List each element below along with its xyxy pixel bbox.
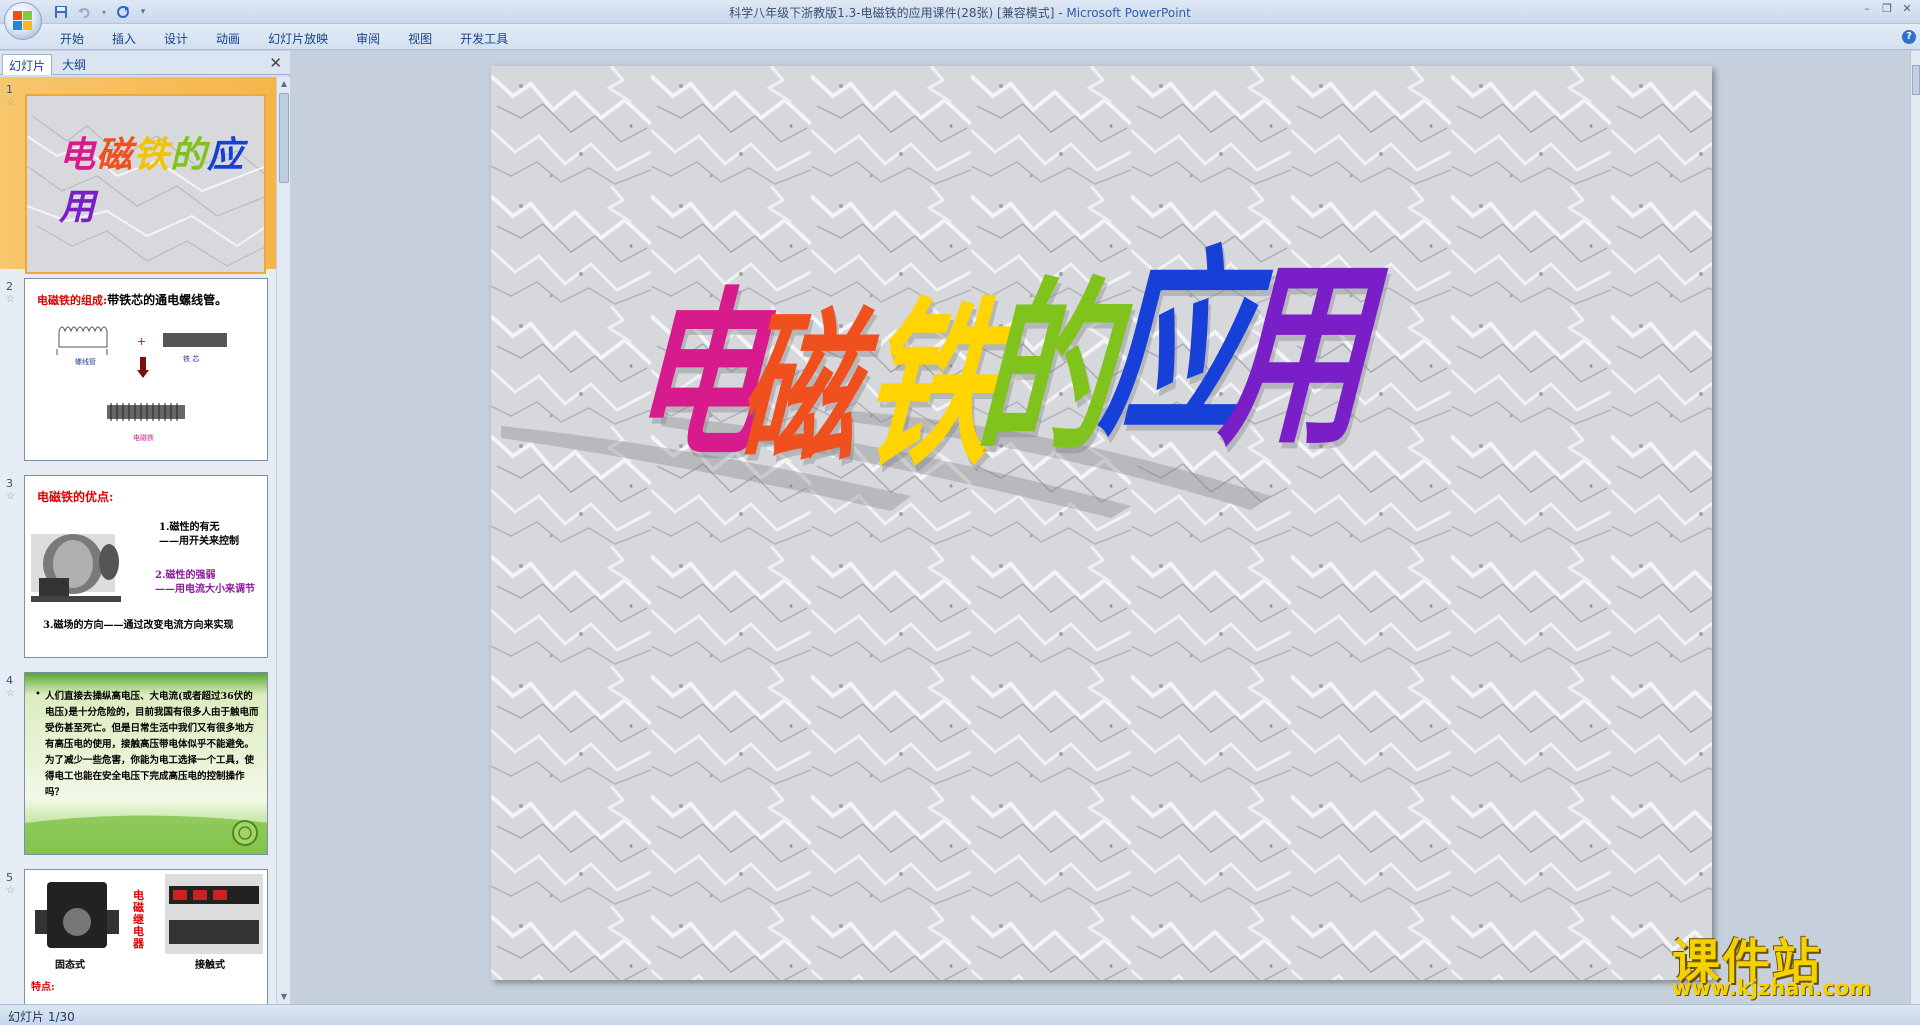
slide-number: 4 (6, 674, 13, 687)
slide-preview: 电磁继电器 固态式 接触式 特点: (24, 869, 268, 1004)
slide-preview: • 人们直接去操纵高电压、大电流(或者超过36伏的电压)是十分危险的，目前我国有… (24, 672, 268, 855)
close-icon[interactable]: ✕ (269, 54, 282, 72)
point-2: 2.磁性的强弱 (155, 570, 216, 581)
slide-counter: 幻灯片 1/30 (8, 1010, 75, 1024)
title-char: 应 (207, 134, 245, 176)
office-button[interactable] (4, 2, 42, 40)
scrollbar-thumb[interactable] (279, 93, 289, 183)
scroll-up-icon[interactable]: ▲ (277, 77, 291, 91)
ribbon-tabs: 开始 插入 设计 动画 幻灯片放映 审阅 视图 开发工具 (46, 28, 522, 49)
title-char: 用 (1214, 238, 1377, 473)
slide-number: 2 (6, 280, 13, 293)
watermark-url: www.kjzhan.com (1672, 976, 1872, 1000)
animation-star-icon: ☆ (6, 294, 15, 305)
animation-star-icon: ☆ (6, 97, 15, 108)
slide-preview: 电磁铁的优点: 1.磁性的有无 ——用开关来控制 2.磁性的强弱 ——用电流大小… (24, 475, 268, 658)
contactor-label: 接触式 (195, 960, 225, 971)
title-char: 用 (59, 186, 97, 228)
tab-animations[interactable]: 动画 (202, 28, 254, 49)
slide-editing-area: 电磁铁的应用 (296, 51, 1910, 1004)
slide-thumbnail-4[interactable]: 4 ☆ • 人们直接去操纵高电压、大电流(或者超过36伏的电压)是十分危险的，目… (0, 668, 276, 860)
slide-title[interactable]: 电磁铁的应用 (626, 228, 1561, 656)
relay-photos (35, 874, 263, 954)
thumbnail-scrollbar[interactable]: ▲ ▼ (276, 77, 290, 1004)
kjzhan-watermark: 课件站 www.kjzhan.com (1668, 922, 1900, 1004)
title-char: 磁 (732, 291, 866, 485)
tab-review[interactable]: 审阅 (342, 28, 394, 49)
ribbon-tab-bar: 开始 插入 设计 动画 幻灯片放映 审阅 视图 开发工具 ? (0, 24, 1920, 50)
plus-sign: + (137, 335, 147, 348)
animation-star-icon: ☆ (6, 885, 15, 896)
point-2-detail: ——用电流大小来调节 (155, 584, 255, 595)
title-bar: ▾ ▾ 科学八年级下浙教版1.3-电磁铁的应用课件(28张) [兼容模式] - … (0, 0, 1920, 24)
slide-thumbnail-2[interactable]: 2 ☆ 电磁铁的组成:带铁芯的通电螺线管。 + 螺线管 铁 芯 电磁铁 (0, 274, 276, 466)
tab-insert[interactable]: 插入 (98, 28, 150, 49)
tab-slideshow[interactable]: 幻灯片放映 (254, 28, 342, 49)
animation-star-icon: ☆ (6, 491, 15, 502)
solid-state-label: 固态式 (55, 960, 85, 971)
title-char: 铁 (133, 134, 171, 176)
thumbnail-title: 电磁铁的应用 (59, 126, 264, 230)
diagram-label: 铁 芯 (183, 355, 200, 363)
slide-thumbnail-1[interactable]: 1 ☆ 电磁铁的应用 (0, 77, 276, 274)
diagram-label: 螺线管 (75, 358, 96, 366)
point-3: 3.磁场的方向——通过改变电流方向来实现 (43, 620, 234, 631)
relay-label: 电磁继电器 (133, 889, 144, 950)
diagram-label: 电磁铁 (133, 434, 154, 442)
slide-preview: 电磁铁的组成:带铁芯的通电螺线管。 + 螺线管 铁 芯 电磁铁 (24, 278, 268, 461)
tab-design[interactable]: 设计 (150, 28, 202, 49)
slide-number: 1 (6, 83, 13, 96)
close-icon[interactable]: ✕ (1900, 2, 1914, 16)
slides-pane: 幻灯片 大纲 ✕ 1 ☆ 电磁铁的应用 2 ☆ 电磁铁的组成:带铁芯的通电螺线管… (0, 51, 290, 1004)
title-char: 电 (59, 134, 97, 176)
slide-number: 5 (6, 871, 13, 884)
tab-home[interactable]: 开始 (46, 28, 98, 49)
app-name: Microsoft PowerPoint (1066, 6, 1191, 20)
current-slide[interactable]: 电磁铁的应用 (491, 66, 1712, 980)
pane-tab-bar: 幻灯片 大纲 ✕ (0, 51, 290, 75)
window-controls: – ❐ ✕ (1860, 2, 1914, 16)
slide-thumbnail-list: 1 ☆ 电磁铁的应用 2 ☆ 电磁铁的组成:带铁芯的通电螺线管。 + 螺线管 铁… (0, 77, 276, 1004)
restore-icon[interactable]: ❐ (1880, 2, 1894, 16)
animation-star-icon: ☆ (6, 688, 15, 699)
title-char: 磁 (96, 134, 134, 176)
office-logo-icon (13, 11, 33, 31)
point-1-detail: ——用开关来控制 (159, 536, 239, 547)
slide-number: 3 (6, 477, 13, 490)
scrollbar-thumb[interactable] (1912, 65, 1920, 95)
document-title: 科学八年级下浙教版1.3-电磁铁的应用课件(28张) [兼容模式] - (729, 6, 1067, 20)
point-1: 1.磁性的有无 (159, 522, 220, 533)
window-title: 科学八年级下浙教版1.3-电磁铁的应用课件(28张) [兼容模式] - Micr… (0, 4, 1920, 21)
tab-slides[interactable]: 幻灯片 (2, 54, 53, 75)
feature-label: 特点: (31, 982, 55, 993)
tab-outline[interactable]: 大纲 (56, 54, 92, 75)
slide-preview: 电磁铁的应用 (25, 94, 266, 274)
minimize-icon[interactable]: – (1860, 2, 1874, 16)
scroll-down-icon[interactable]: ▼ (277, 990, 291, 1004)
title-char: 的 (170, 134, 208, 176)
snail-icon (25, 815, 267, 854)
tab-developer[interactable]: 开发工具 (446, 28, 522, 49)
slide-scrollbar[interactable] (1910, 51, 1920, 1004)
slide-thumbnail-3[interactable]: 3 ☆ 电磁铁的优点: 1.磁性的有无 ——用开关来控制 2.磁性的强弱 ——用… (0, 471, 276, 663)
tab-view[interactable]: 视图 (394, 28, 446, 49)
slide-thumbnail-5[interactable]: 5 ☆ 电磁继电器 固态式 接触式 特点: (0, 865, 276, 1004)
status-bar: 幻灯片 1/30 (0, 1004, 1920, 1025)
help-icon[interactable]: ? (1902, 30, 1916, 44)
